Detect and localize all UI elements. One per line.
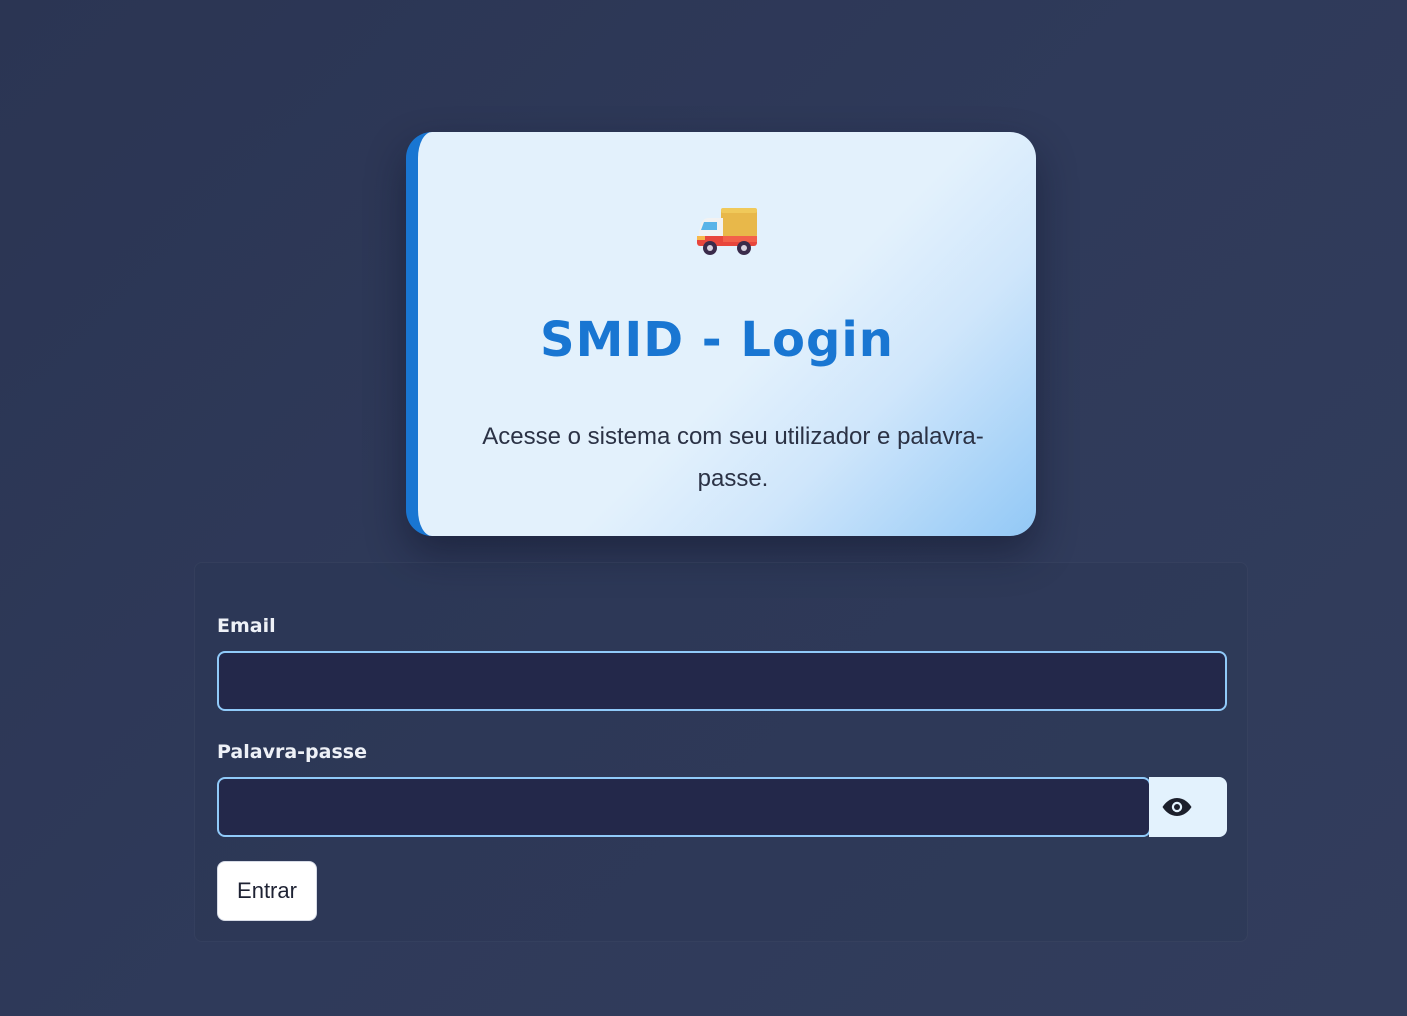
page-subtitle: Acesse o sistema com seu utilizador e pa… [482,423,984,492]
truck-icon [418,206,1036,260]
password-label: Palavra-passe [217,741,367,763]
login-header-card: SMID - Login Acesse o sistema com seu ut… [406,132,1036,536]
eye-icon [1161,796,1193,818]
login-form: Email Palavra-passe Entrar [194,562,1248,942]
password-visibility-toggle[interactable] [1149,777,1227,837]
password-field[interactable] [217,777,1151,837]
page-title: SMID - Login [540,312,894,368]
email-label: Email [217,615,276,637]
email-field[interactable] [217,651,1227,711]
login-button[interactable]: Entrar [217,861,317,921]
